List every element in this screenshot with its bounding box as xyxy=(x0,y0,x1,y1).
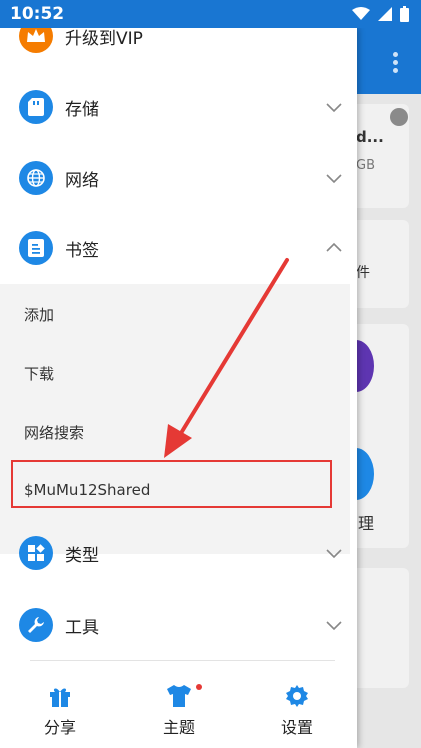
menu-item-label: 类型 xyxy=(65,545,99,566)
menu-item-label: 升级到VIP xyxy=(65,28,143,49)
gear-icon xyxy=(286,685,308,707)
notification-dot xyxy=(196,684,202,690)
settings-label: 设置 xyxy=(280,718,313,737)
theme-button[interactable]: 主题 xyxy=(149,684,209,738)
crown-icon xyxy=(19,28,53,53)
battery-icon xyxy=(400,6,409,22)
divider xyxy=(30,660,335,661)
menu-item-types[interactable]: 类型 xyxy=(0,517,357,589)
chevron-down-icon xyxy=(326,621,342,631)
sd-card-icon xyxy=(19,90,53,124)
background-card-sub: GB xyxy=(356,158,375,173)
menu-item-label: 工具 xyxy=(65,617,99,638)
wifi-icon xyxy=(352,7,370,20)
menu-item-label: 存储 xyxy=(65,99,99,120)
annotation-highlight-box xyxy=(11,460,332,508)
chevron-down-icon xyxy=(326,549,342,559)
menu-item-tools[interactable]: 工具 xyxy=(0,589,357,661)
system-icons xyxy=(352,6,409,22)
menu-item-label: 网络 xyxy=(65,170,99,191)
bookmarks-submenu: 添加 下载 网络搜索 $MuMu12Shared xyxy=(0,284,350,554)
wrench-icon xyxy=(19,608,53,642)
status-time: 10:52 xyxy=(10,4,65,24)
bookmark-downloads[interactable]: 下载 xyxy=(24,363,54,384)
menu-item-bookmarks[interactable]: 书签 xyxy=(0,212,357,284)
background-badge xyxy=(390,108,408,126)
globe-icon xyxy=(19,161,53,195)
background-item-label: 理 xyxy=(358,514,375,533)
settings-button[interactable]: 设置 xyxy=(267,684,327,738)
chevron-down-icon xyxy=(326,174,342,184)
bookmark-icon xyxy=(19,231,53,265)
signal-icon xyxy=(378,7,392,21)
menu-item-storage[interactable]: 存储 xyxy=(0,71,357,143)
menu-item-label: 书签 xyxy=(65,240,99,261)
tshirt-icon xyxy=(167,685,191,707)
theme-label: 主题 xyxy=(162,718,195,737)
more-vert-icon[interactable] xyxy=(393,52,399,73)
background-card-text: 件 xyxy=(356,265,370,281)
bookmark-web-search[interactable]: 网络搜索 xyxy=(24,422,84,443)
menu-item-vip[interactable]: 升级到VIP xyxy=(0,28,357,72)
status-bar: 10:52 xyxy=(0,0,421,28)
share-button[interactable]: 分享 xyxy=(30,684,90,738)
background-card-title: d... xyxy=(356,128,384,146)
navigation-drawer: 升级到VIP 存储 网络 书签 添加 下载 网络搜索 $MuMu12Shared xyxy=(0,28,357,748)
bookmark-add[interactable]: 添加 xyxy=(24,304,54,325)
category-icon xyxy=(19,536,53,570)
chevron-down-icon xyxy=(326,103,342,113)
drawer-bottom-bar: 分享 主题 设置 xyxy=(0,676,357,748)
menu-item-network[interactable]: 网络 xyxy=(0,142,357,214)
share-label: 分享 xyxy=(43,718,76,737)
gift-icon xyxy=(50,688,70,707)
chevron-up-icon xyxy=(326,242,342,252)
